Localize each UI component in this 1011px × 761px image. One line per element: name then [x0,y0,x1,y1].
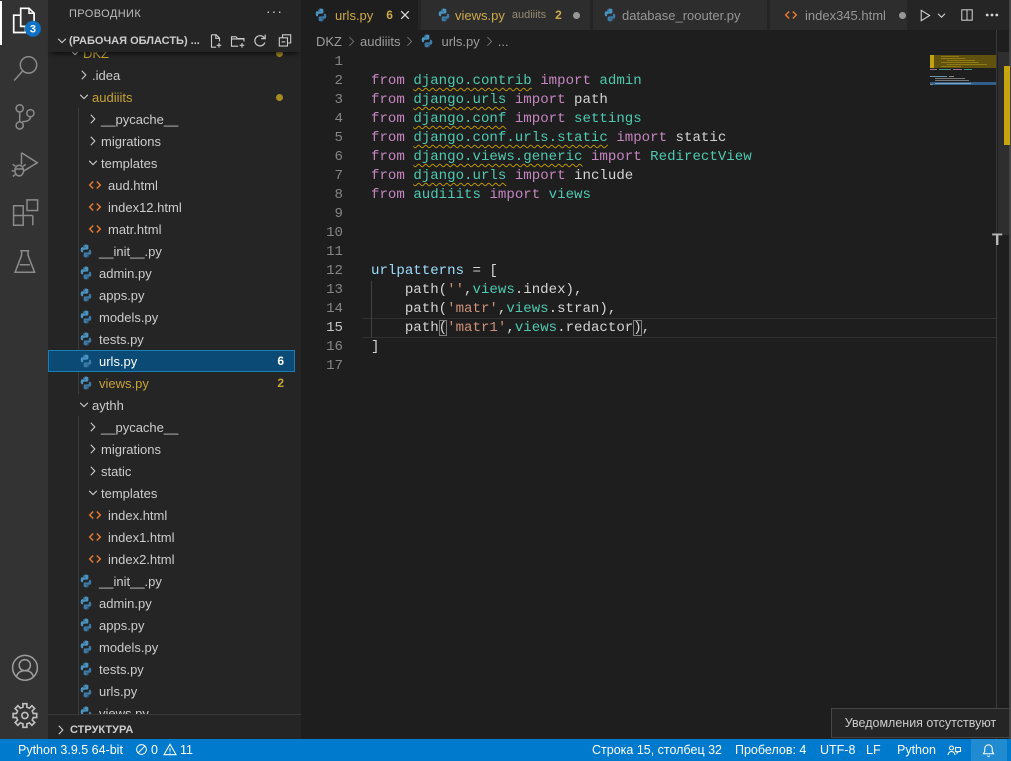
svg-text:3: 3 [30,24,36,36]
